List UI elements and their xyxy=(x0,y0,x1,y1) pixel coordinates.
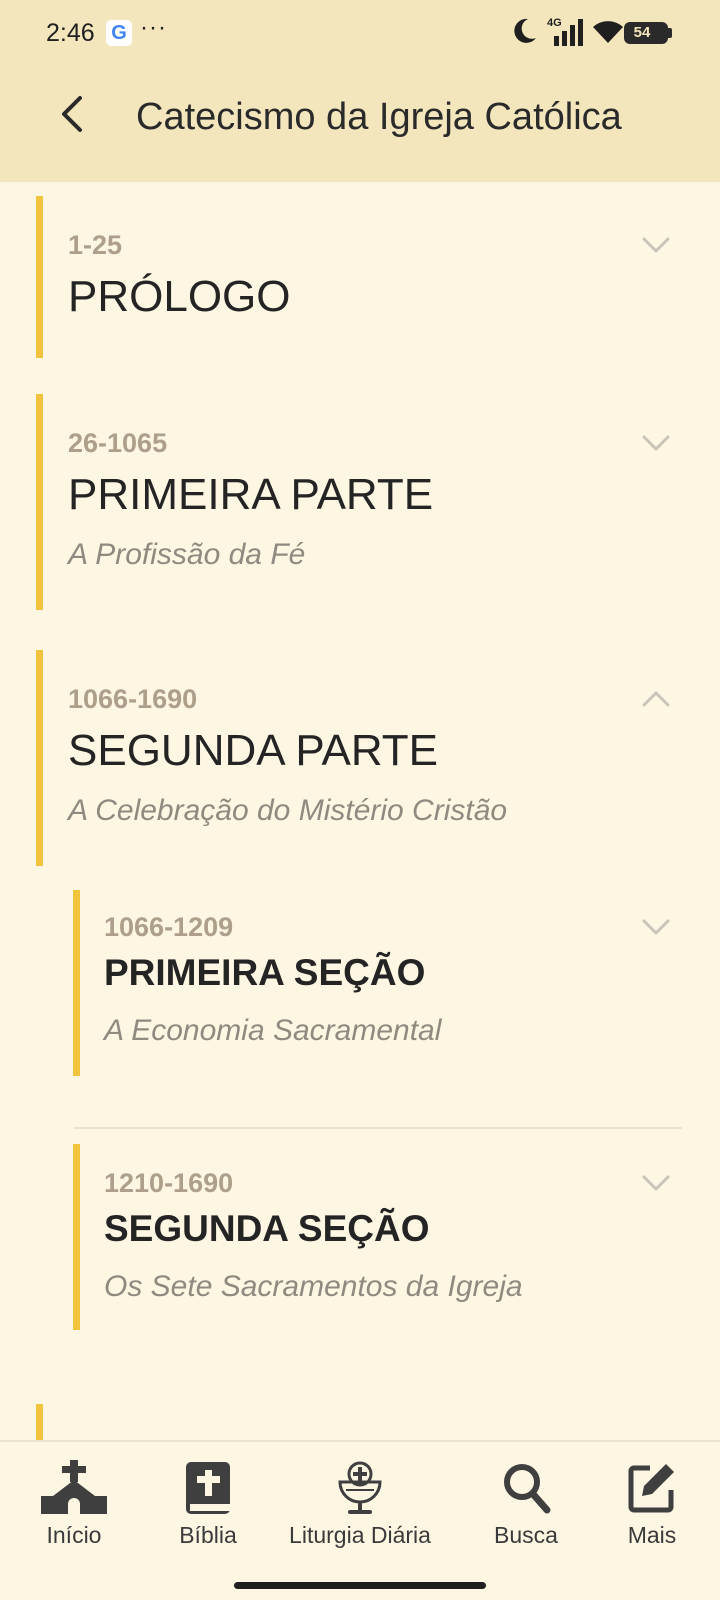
moon-icon xyxy=(514,18,536,43)
section-range: 1210-1690 xyxy=(104,1168,234,1198)
nav-busca[interactable]: Busca xyxy=(476,1460,576,1570)
part-segunda-parte[interactable]: 1066-1690 SEGUNDA PARTE A Celebração do … xyxy=(36,650,684,866)
section-divider xyxy=(74,1127,682,1129)
part-subtitle: A Profissão da Fé xyxy=(68,538,306,571)
status-bar: 2:46 G ··· 4G 54 xyxy=(0,0,720,66)
chevron-down-icon xyxy=(642,435,670,451)
chevron-down-icon xyxy=(642,919,670,935)
back-button[interactable] xyxy=(52,92,96,136)
nav-label: Bíblia xyxy=(179,1522,237,1548)
section-subtitle: Os Sete Sacramentos da Igreja xyxy=(104,1270,523,1303)
chevron-down-icon xyxy=(642,237,670,253)
status-time: 2:46 xyxy=(46,19,95,47)
home-indicator[interactable] xyxy=(234,1582,486,1589)
bottom-navigation: Início Bíblia Liturgia Diária Busca Mais xyxy=(0,1440,720,1600)
section-range: 1066-1209 xyxy=(104,912,234,942)
part-subtitle: A Celebração do Mistério Cristão xyxy=(68,794,508,827)
battery-icon: 54 xyxy=(624,22,672,44)
section-segunda-secao[interactable]: 1210-1690 SEGUNDA SEÇÃO Os Sete Sacramen… xyxy=(73,1144,684,1330)
part-range: 1066-1690 xyxy=(68,684,198,714)
google-icon: G xyxy=(106,20,132,46)
search-icon xyxy=(504,1464,551,1514)
nav-label: Mais xyxy=(627,1522,677,1548)
section-title: SEGUNDA SEÇÃO xyxy=(104,1208,430,1249)
status-icons: 4G 54 xyxy=(510,14,680,50)
nav-label: Busca xyxy=(494,1522,558,1548)
chalice-icon xyxy=(338,1461,382,1514)
nav-biblia[interactable]: Bíblia xyxy=(158,1460,258,1570)
part-title: PRIMEIRA PARTE xyxy=(68,470,434,519)
church-icon xyxy=(41,1460,107,1514)
chevron-down-icon xyxy=(642,1175,670,1191)
section-title: PRIMEIRA SEÇÃO xyxy=(104,952,426,993)
edit-icon xyxy=(628,1464,674,1513)
catechism-index: 1-25 PRÓLOGO 26-1065 PRIMEIRA PARTE A Pr… xyxy=(0,182,720,1440)
nav-label: Início xyxy=(46,1522,102,1548)
part-next-partial[interactable] xyxy=(36,1404,684,1440)
section-subtitle: A Economia Sacramental xyxy=(104,1014,442,1047)
section-primeira-secao[interactable]: 1066-1209 PRIMEIRA SEÇÃO A Economia Sacr… xyxy=(73,890,684,1076)
wifi-icon xyxy=(593,21,623,43)
nav-label: Liturgia Diária xyxy=(289,1522,431,1548)
more-notifications-icon: ··· xyxy=(140,14,167,41)
part-prologo[interactable]: 1-25 PRÓLOGO xyxy=(36,196,684,358)
nav-liturgia-diaria[interactable]: Liturgia Diária xyxy=(276,1460,444,1570)
bible-icon xyxy=(186,1462,230,1514)
part-range: 1-25 xyxy=(68,230,123,260)
google-icon-letter: G xyxy=(111,22,127,44)
nav-mais[interactable]: Mais xyxy=(602,1460,702,1570)
part-range: 26-1065 xyxy=(68,428,168,458)
network-label: 4G xyxy=(547,17,562,29)
part-title: PRÓLOGO xyxy=(68,272,291,321)
page-title: Catecismo da Igreja Católica xyxy=(136,96,622,138)
part-primeira-parte[interactable]: 26-1065 PRIMEIRA PARTE A Profissão da Fé xyxy=(36,394,684,610)
app-header: 2:46 G ··· 4G 54 Catecismo da Igreja Cat… xyxy=(0,0,720,182)
chevron-up-icon xyxy=(642,691,670,707)
chevron-left-icon xyxy=(62,96,82,132)
part-title: SEGUNDA PARTE xyxy=(68,726,439,775)
battery-level: 54 xyxy=(633,24,651,41)
signal-icon: 4G xyxy=(547,17,583,46)
nav-inicio[interactable]: Início xyxy=(24,1460,124,1570)
